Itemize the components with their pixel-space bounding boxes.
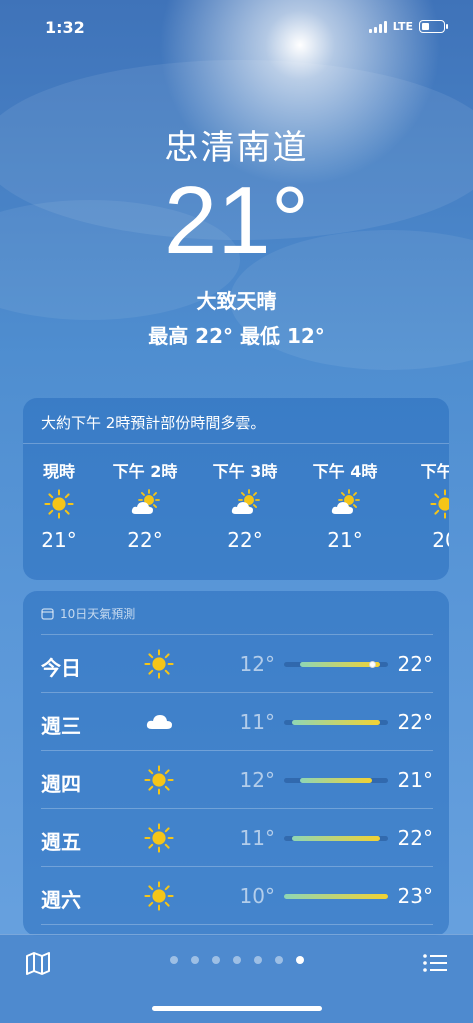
temperature-range-bar xyxy=(284,894,388,899)
hour-temp: 22° xyxy=(227,528,263,552)
day-row[interactable]: 今日 12° 22° xyxy=(41,635,433,693)
temperature-range-track xyxy=(284,661,388,668)
day-low: 12° xyxy=(239,768,275,792)
current-temp-dot xyxy=(368,661,376,668)
temperature-range-bar xyxy=(300,778,372,783)
temperature-range-track xyxy=(284,894,388,899)
network-label: LTE xyxy=(392,20,413,33)
partly-cloudy-icon xyxy=(295,480,395,528)
sun-icon xyxy=(395,480,449,528)
day-high: 22° xyxy=(397,826,433,850)
hour-temp: 22° xyxy=(127,528,163,552)
day-name: 週三 xyxy=(41,714,81,738)
day-high: 22° xyxy=(397,652,433,676)
daily-list: 今日 12° 22° 週三 11° 22° 週四 12° 21° 週五 11° 22°… xyxy=(23,635,449,925)
hour-temp: 20 xyxy=(432,528,449,552)
temperature-range-track xyxy=(284,778,388,783)
hour-label: 下午 3時 xyxy=(212,462,278,481)
partly-cloudy-icon xyxy=(95,480,195,528)
day-row[interactable]: 週五 11° 22° xyxy=(41,809,433,867)
list-icon[interactable] xyxy=(421,949,449,977)
temperature-range-track xyxy=(284,720,388,725)
cloud-icon xyxy=(141,704,177,740)
hour-temp: 21° xyxy=(41,528,77,552)
day-row[interactable]: 週四 12° 21° xyxy=(41,751,433,809)
hourly-summary: 大約下午 2時預計部份時間多雲。 xyxy=(23,398,449,444)
high-low-text: 最高 22° 最低 12° xyxy=(148,324,325,348)
hour-item: 現時 21° xyxy=(23,458,95,552)
hour-item: 下午 4時 21° xyxy=(295,458,395,552)
sun-icon xyxy=(141,878,177,914)
page-dot[interactable] xyxy=(295,956,304,964)
day-low: 10° xyxy=(239,884,275,908)
day-low: 12° xyxy=(239,652,275,676)
hour-temp: 21° xyxy=(327,528,363,552)
day-row[interactable]: 週六 10° 23° xyxy=(41,867,433,925)
page-dot[interactable] xyxy=(253,956,262,964)
page-indicator[interactable] xyxy=(0,956,473,964)
signal-icon xyxy=(368,20,387,33)
day-high: 23° xyxy=(397,884,433,908)
hour-label: 現時 xyxy=(42,462,75,481)
status-bar: 1:32 LTE xyxy=(0,0,473,56)
calendar-icon xyxy=(41,608,54,620)
sun-icon xyxy=(141,820,177,856)
sun-icon xyxy=(23,480,95,528)
status-time: 1:32 xyxy=(45,18,85,37)
sun-icon xyxy=(141,646,177,682)
day-high: 21° xyxy=(397,768,433,792)
hour-item: 下午 5 20 xyxy=(395,458,449,552)
daily-header: 10日天氣預測 xyxy=(41,591,433,635)
battery-icon xyxy=(419,20,448,33)
daily-forecast-card[interactable]: 10日天氣預測 今日 12° 22° 週三 11° 22° 週四 12° 21° 週五… xyxy=(23,591,449,936)
current-temperature: 21° xyxy=(163,167,310,274)
page-dot[interactable] xyxy=(232,956,241,964)
hour-label: 下午 2時 xyxy=(112,462,178,481)
day-low: 11° xyxy=(239,710,275,734)
page-dot[interactable] xyxy=(211,956,220,964)
hour-item: 下午 2時 22° xyxy=(95,458,195,552)
day-name: 週四 xyxy=(41,772,81,796)
hour-label: 下午 5 xyxy=(420,462,449,481)
hour-label: 下午 4時 xyxy=(312,462,378,481)
partly-cloudy-icon xyxy=(195,480,295,528)
temperature-range-bar xyxy=(292,836,380,841)
hour-item: 下午 3時 22° xyxy=(195,458,295,552)
page-dot[interactable] xyxy=(274,956,283,964)
location-name: 忠清南道 xyxy=(164,128,309,168)
status-indicators: LTE xyxy=(368,20,448,33)
page-dot[interactable] xyxy=(190,956,199,964)
day-row[interactable]: 週三 11° 22° xyxy=(41,693,433,751)
day-name: 週六 xyxy=(41,888,81,912)
temperature-range-track xyxy=(284,836,388,841)
day-name: 今日 xyxy=(41,656,81,680)
page-dot[interactable] xyxy=(169,956,178,964)
condition-text: 大致天晴 xyxy=(196,289,277,313)
temperature-range-bar xyxy=(292,720,380,725)
daily-title: 10日天氣預測 xyxy=(60,607,136,621)
sun-icon xyxy=(141,762,177,798)
hourly-row[interactable]: 現時 21°下午 2時 22°下午 3時 22°下午 4時 21°下午 5 20 xyxy=(23,444,449,552)
current-weather: 忠清南道 21° 大致天晴 最高 22° 最低 12° xyxy=(0,120,473,349)
day-high: 22° xyxy=(397,710,433,734)
day-low: 11° xyxy=(239,826,275,850)
home-indicator[interactable] xyxy=(152,1006,322,1011)
bottom-toolbar xyxy=(0,934,473,1023)
day-name: 週五 xyxy=(41,830,81,854)
hourly-forecast-card[interactable]: 大約下午 2時預計部份時間多雲。 現時 21° 下午 2時 22° 下午 3時 22… xyxy=(23,398,449,580)
